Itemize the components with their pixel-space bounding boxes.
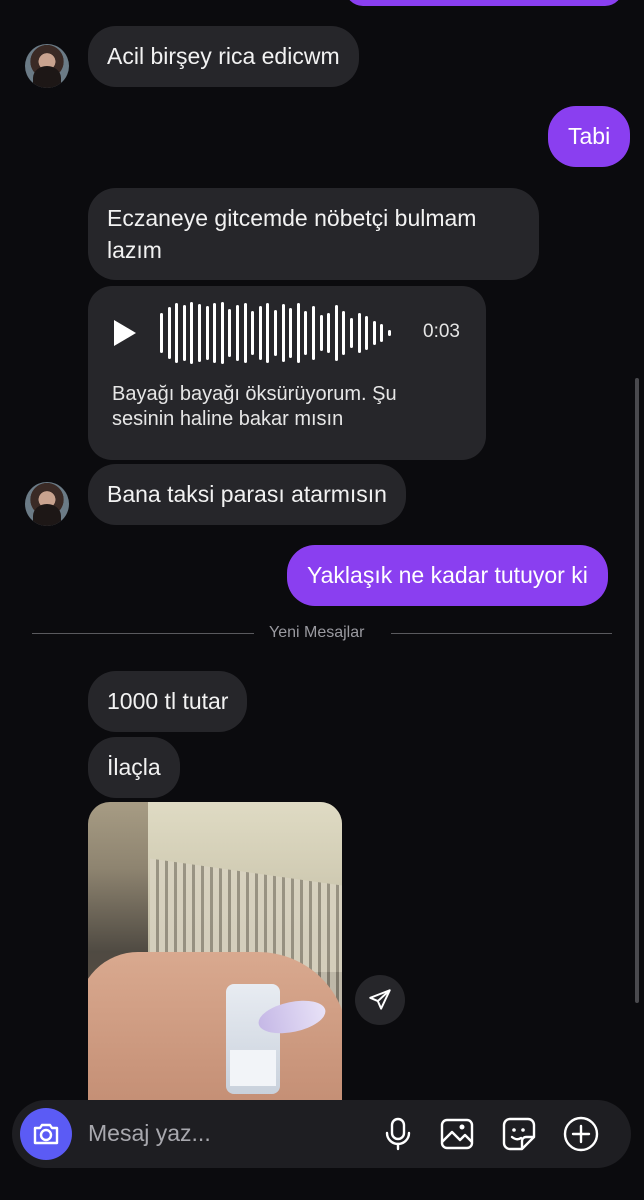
message-text: Eczaneye gitcemde nöbetçi bulmam lazım (107, 205, 477, 263)
message-composer: Mesaj yaz... (12, 1100, 631, 1168)
divider-line (32, 633, 254, 634)
incoming-message[interactable]: Bana taksi parası atarmısın (88, 464, 406, 525)
microphone-icon (385, 1117, 411, 1151)
waveform-bar (160, 313, 163, 353)
play-icon[interactable] (114, 320, 136, 346)
waveform-bar (388, 330, 391, 336)
waveform-bar (319, 315, 323, 351)
scrollbar[interactable] (635, 378, 639, 1003)
waveform-bar (357, 313, 361, 353)
waveform-bar (243, 303, 247, 363)
waveform-bar (342, 311, 346, 355)
waveform-bar (304, 311, 308, 355)
avatar[interactable] (25, 44, 69, 88)
new-messages-divider: Yeni Mesajlar (269, 624, 365, 641)
waveform-bar (281, 304, 285, 362)
waveform-bar (190, 302, 194, 364)
gallery-button[interactable] (437, 1114, 477, 1154)
voice-transcript: Bayağı bayağı öksürüyorum. Şu sesinin ha… (112, 383, 397, 430)
waveform-bar (327, 313, 331, 353)
waveform-bar (365, 316, 369, 350)
waveform-bar (312, 306, 315, 360)
voice-message[interactable]: 0:03 Bayağı bayağı öksürüyorum. Şu sesin… (88, 286, 486, 460)
plus-icon (563, 1116, 599, 1152)
waveform-bar (350, 318, 353, 348)
photo-vial-label (230, 1050, 276, 1086)
sticker-icon (502, 1117, 536, 1151)
waveform-bar (372, 321, 376, 345)
waveform-bar (266, 303, 270, 363)
waveform-bar (258, 306, 262, 360)
camera-icon (33, 1123, 59, 1145)
divider-line (391, 633, 612, 634)
waveform-bar (205, 306, 209, 360)
waveform-bar (296, 303, 300, 363)
incoming-message[interactable]: 1000 tl tutar (88, 671, 248, 732)
waveform-bar (182, 305, 186, 361)
sticker-button[interactable] (499, 1114, 539, 1154)
waveform-bar (236, 305, 239, 361)
message-text: Yaklaşık ne kadar tutuyor ki (307, 562, 588, 588)
message-text: Tabi (568, 123, 611, 149)
voice-waveform (160, 302, 410, 364)
waveform-bar (213, 303, 217, 363)
waveform-bar (251, 311, 255, 355)
message-input[interactable]: Mesaj yaz... (88, 1120, 211, 1147)
voice-duration: 0:03 (423, 321, 460, 342)
waveform-bar (220, 302, 224, 364)
add-button[interactable] (561, 1114, 601, 1154)
waveform-bar (274, 310, 277, 356)
message-text: 1000 tl tutar (107, 688, 229, 714)
waveform-bar (198, 304, 201, 362)
incoming-message[interactable]: Acil birşey rica edicwm (88, 26, 359, 87)
message-text: Bana taksi parası atarmısın (107, 481, 387, 507)
previous-outgoing-bubble (345, 0, 623, 6)
waveform-bar (334, 305, 338, 361)
avatar[interactable] (25, 482, 69, 526)
outgoing-message[interactable]: Tabi (548, 106, 631, 167)
waveform-bar (380, 324, 384, 342)
photo-message[interactable] (88, 802, 342, 1102)
waveform-bar (289, 308, 293, 358)
microphone-button[interactable] (378, 1114, 418, 1154)
message-text: İlaçla (107, 754, 161, 780)
waveform-bar (175, 303, 179, 363)
outgoing-message[interactable]: Yaklaşık ne kadar tutuyor ki (287, 545, 608, 606)
incoming-message[interactable]: İlaçla (88, 737, 180, 798)
share-icon (369, 989, 391, 1010)
camera-button[interactable] (20, 1108, 72, 1160)
share-button[interactable] (355, 975, 405, 1025)
gallery-icon (440, 1118, 474, 1150)
message-text: Acil birşey rica edicwm (107, 43, 340, 69)
waveform-bar (167, 307, 171, 359)
incoming-message[interactable]: Eczaneye gitcemde nöbetçi bulmam lazım (88, 188, 539, 280)
waveform-bar (228, 309, 232, 357)
